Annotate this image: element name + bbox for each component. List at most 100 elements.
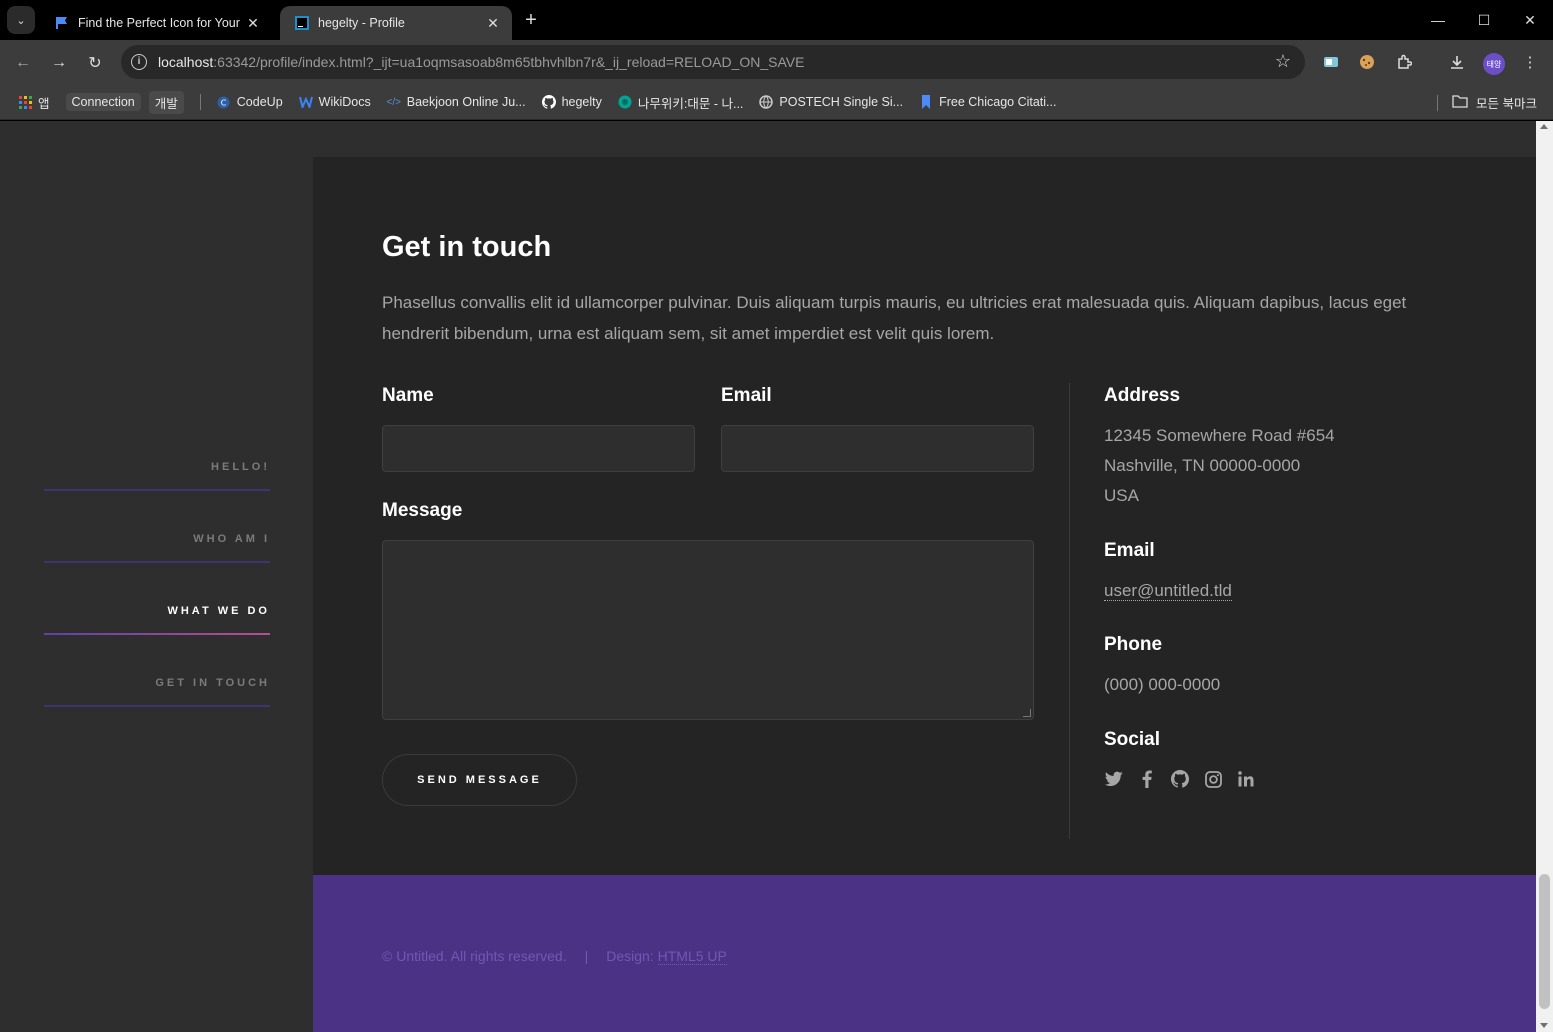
sidebar-item-hello[interactable]: HELLO! bbox=[44, 461, 270, 491]
address-bar[interactable]: i localhost:63342/profile/index.html?_ij… bbox=[121, 45, 1305, 79]
design-prefix: Design: bbox=[606, 948, 654, 964]
instagram-icon[interactable] bbox=[1203, 769, 1223, 789]
bookmark-hegelty[interactable]: hegelty bbox=[541, 95, 602, 109]
scroll-up-arrow-icon[interactable] bbox=[1540, 124, 1548, 129]
maximize-icon[interactable]: ☐ bbox=[1461, 0, 1507, 40]
sidebar-item-label: WHO AM I bbox=[193, 533, 270, 545]
bookmark-label: Baekjoon Online Ju... bbox=[406, 95, 526, 109]
name-input[interactable] bbox=[382, 425, 695, 472]
resize-handle-icon[interactable] bbox=[1023, 709, 1031, 717]
sidebar-item-who-am-i[interactable]: WHO AM I bbox=[44, 533, 270, 563]
sidebar-item-get-in-touch[interactable]: GET IN TOUCH bbox=[44, 677, 270, 707]
bookmark-label: WikiDocs bbox=[318, 95, 371, 109]
scrollbar-thumb[interactable] bbox=[1539, 874, 1550, 1009]
page-viewport: HELLO! WHO AM I WHAT WE DO GET IN TOUCH … bbox=[0, 121, 1536, 1032]
page-scrollbar[interactable] bbox=[1536, 121, 1553, 1032]
twitter-icon[interactable] bbox=[1104, 769, 1124, 789]
address-line: Nashville, TN 00000-0000 bbox=[1104, 456, 1301, 475]
browser-tab-bar: ⌄ Find the Perfect Icon for Your ✕ hegel… bbox=[0, 0, 1553, 40]
code-brackets-icon: </> bbox=[386, 96, 401, 108]
puzzle-icon[interactable] bbox=[1393, 51, 1415, 73]
chevron-down-icon: ⌄ bbox=[16, 14, 26, 27]
download-icon[interactable] bbox=[1446, 51, 1468, 73]
copyright-text: © Untitled. All rights reserved. bbox=[382, 948, 567, 964]
email-input[interactable] bbox=[721, 425, 1034, 472]
bookmark-label: Free Chicago Citati... bbox=[939, 95, 1057, 109]
window-controls: — ☐ ✕ bbox=[1415, 0, 1553, 40]
all-bookmarks[interactable]: 모든 북마크 bbox=[1437, 85, 1537, 120]
extension-icon[interactable] bbox=[1320, 51, 1342, 73]
sidebar-item-underline bbox=[44, 489, 270, 491]
sidebar-nav: HELLO! WHO AM I WHAT WE DO GET IN TOUCH bbox=[0, 121, 313, 1032]
bookmark-apps[interactable]: 앱 bbox=[18, 93, 50, 112]
facebook-icon[interactable] bbox=[1137, 769, 1157, 789]
footer-copyright-line: © Untitled. All rights reserved. | Design:… bbox=[382, 948, 727, 965]
url-text[interactable]: localhost:63342/profile/index.html?_ijt=… bbox=[158, 54, 804, 70]
bookmark-codeup[interactable]: C CodeUp bbox=[217, 95, 283, 109]
email-label: Email bbox=[721, 385, 772, 406]
section-intro: Phasellus convallis elit id ullamcorper … bbox=[382, 293, 1407, 343]
bookmark-label: hegelty bbox=[561, 95, 602, 109]
close-icon[interactable]: ✕ bbox=[244, 15, 262, 32]
site-info-icon[interactable]: i bbox=[131, 54, 147, 70]
bookmark-star-icon[interactable]: ☆ bbox=[1275, 51, 1291, 72]
html5up-link[interactable]: HTML5 UP bbox=[657, 948, 727, 965]
browser-toolbar: ← → ↻ i localhost:63342/profile/index.ht… bbox=[0, 40, 1553, 85]
email-heading: Email bbox=[1104, 540, 1155, 561]
reload-icon[interactable]: ↻ bbox=[83, 51, 107, 75]
sidebar-item-label: WHAT WE DO bbox=[167, 605, 270, 617]
github-icon bbox=[541, 95, 556, 109]
bookmark-label: 앱 bbox=[38, 96, 50, 111]
bookmark-label: CodeUp bbox=[236, 95, 283, 109]
back-icon[interactable]: ← bbox=[11, 51, 35, 75]
linkedin-icon[interactable] bbox=[1236, 769, 1256, 789]
minimize-icon[interactable]: — bbox=[1415, 0, 1461, 40]
page-footer: © Untitled. All rights reserved. | Design:… bbox=[313, 875, 1536, 1032]
bookmark-separator bbox=[1437, 94, 1439, 111]
tab-title: hegelty - Profile bbox=[318, 16, 405, 30]
scroll-down-arrow-icon[interactable] bbox=[1540, 1023, 1548, 1028]
tab-find-icon[interactable]: Find the Perfect Icon for Your ✕ bbox=[40, 6, 272, 40]
cookie-icon[interactable] bbox=[1356, 51, 1378, 73]
webstorm-icon bbox=[294, 15, 310, 31]
sidebar-item-underline bbox=[44, 561, 270, 563]
name-label: Name bbox=[382, 385, 434, 406]
profile-avatar[interactable]: 태양 bbox=[1483, 53, 1505, 75]
sidebar-item-label: GET IN TOUCH bbox=[155, 677, 270, 689]
email-value-wrap: user@untitled.tld bbox=[1104, 576, 1232, 606]
kebab-menu-icon[interactable]: ⋮ bbox=[1519, 51, 1541, 73]
tab-profile[interactable]: hegelty - Profile ✕ bbox=[280, 6, 512, 40]
address-heading: Address bbox=[1104, 385, 1181, 406]
github-icon[interactable] bbox=[1170, 769, 1190, 789]
close-window-icon[interactable]: ✕ bbox=[1507, 0, 1553, 40]
codeup-icon: C bbox=[217, 95, 231, 109]
address-text: 12345 Somewhere Road #654 Nashville, TN … bbox=[1104, 421, 1335, 511]
bookmark-baekjoon[interactable]: </> Baekjoon Online Ju... bbox=[387, 95, 526, 109]
bookmark-chicago[interactable]: Free Chicago Citati... bbox=[919, 95, 1056, 109]
sidebar-item-what-we-do[interactable]: WHAT WE DO bbox=[44, 605, 270, 635]
bookmark-namuwiki[interactable]: 나무위키:대문 - 나... bbox=[618, 93, 744, 112]
forward-icon[interactable]: → bbox=[47, 51, 71, 75]
phone-heading: Phone bbox=[1104, 634, 1163, 655]
bookmark-folder-connection[interactable]: Connection bbox=[65, 93, 141, 111]
globe-icon bbox=[759, 95, 774, 109]
email-link[interactable]: user@untitled.tld bbox=[1104, 581, 1232, 601]
social-heading: Social bbox=[1104, 729, 1160, 750]
bookmark-label: 나무위키:대문 - 나... bbox=[637, 96, 744, 111]
address-line: 12345 Somewhere Road #654 bbox=[1104, 426, 1335, 445]
folder-icon bbox=[1452, 94, 1468, 111]
bookmark-label: 모든 북마크 bbox=[1476, 97, 1537, 111]
bookmark-folder-dev[interactable]: 개발 bbox=[148, 90, 184, 114]
close-icon[interactable]: ✕ bbox=[484, 15, 502, 32]
wikidocs-icon bbox=[298, 95, 313, 109]
bookmark-postech[interactable]: POSTECH Single Si... bbox=[759, 95, 903, 109]
namuwiki-icon bbox=[618, 95, 632, 109]
send-message-button[interactable]: SEND MESSAGE bbox=[382, 754, 577, 806]
new-tab-button[interactable]: + bbox=[520, 9, 542, 31]
sidebar-item-underline bbox=[44, 633, 270, 635]
svg-text:C: C bbox=[221, 98, 227, 107]
tab-title: Find the Perfect Icon for Your bbox=[78, 16, 240, 30]
bookmark-wikidocs[interactable]: WikiDocs bbox=[298, 95, 371, 109]
message-textarea[interactable] bbox=[382, 540, 1034, 720]
tab-search-button[interactable]: ⌄ bbox=[7, 6, 35, 34]
